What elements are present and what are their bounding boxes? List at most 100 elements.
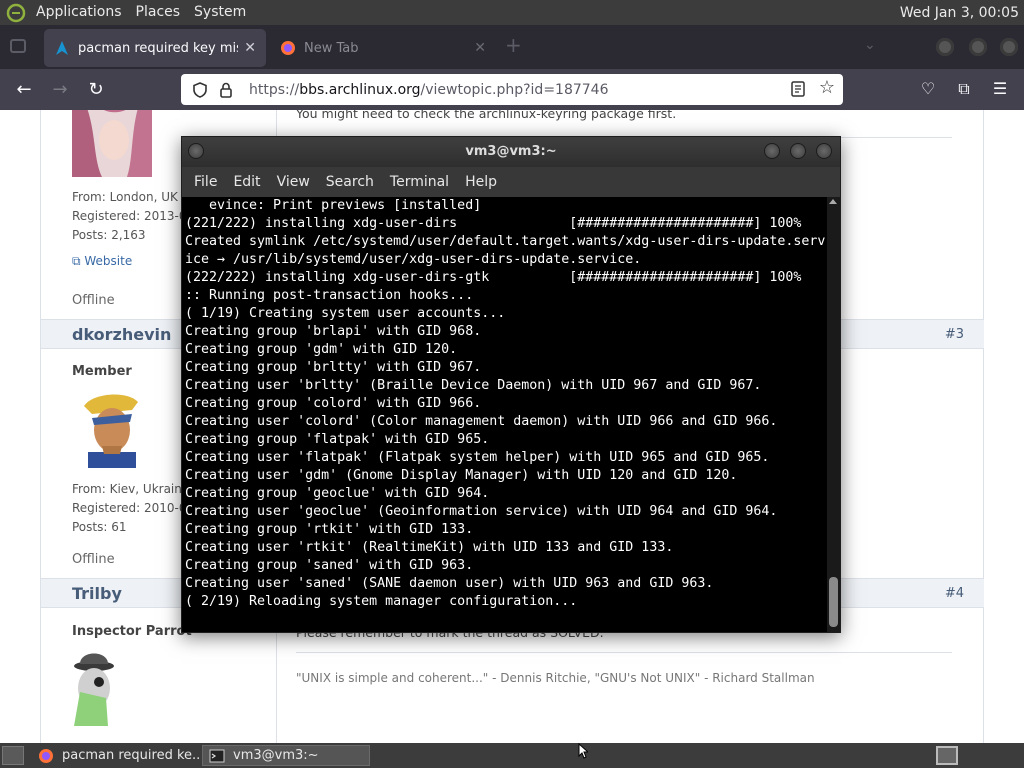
tab-title: New Tab <box>304 40 359 56</box>
terminal-line: :: Running post-transaction hooks... <box>185 288 474 303</box>
top-panel: Applications Places System Wed Jan 3, 00… <box>0 0 1024 25</box>
taskbar-item-terminal[interactable]: vm3@vm3:~ <box>202 745 370 766</box>
terminal-line: Creating group 'brltty' with GID 967. <box>185 360 482 375</box>
reader-view-icon[interactable] <box>789 80 807 98</box>
url-bar[interactable]: https://bbs.archlinux.org/viewtopic.php?… <box>181 74 843 105</box>
new-tab-plus-icon[interactable]: + <box>505 33 522 57</box>
terminal-titlebar[interactable]: vm3@vm3:~ <box>182 137 840 167</box>
user-location: From: Kiev, Ukraine <box>72 482 190 496</box>
scroll-up-arrow-icon[interactable] <box>829 199 837 204</box>
shield-icon[interactable] <box>191 81 209 99</box>
terminal-line: Creating group 'colord' with GID 966. <box>185 396 482 411</box>
system-menu[interactable]: System <box>187 0 253 25</box>
user-status: Offline <box>72 552 115 567</box>
panel-clock[interactable]: Wed Jan 3, 00:05 <box>900 5 1024 21</box>
avatar <box>72 648 152 728</box>
close-tab-icon[interactable]: ✕ <box>474 40 486 56</box>
bottom-taskbar: pacman required ke... vm3@vm3:~ <box>0 743 1024 768</box>
terminal-line: (221/222) installing xdg-user-dirs [####… <box>185 216 802 231</box>
terminal-menu-view[interactable]: View <box>269 174 318 190</box>
browser-nav-bar: ← → ↻ https://bbs.archlinux.org/viewtopi… <box>0 69 1024 110</box>
places-menu[interactable]: Places <box>129 0 188 25</box>
external-link-icon: ⧉ <box>72 254 85 268</box>
terminal-line: ( 2/19) Reloading system manager configu… <box>185 594 578 609</box>
terminal-line: Creating user 'rtkit' (RealtimeKit) with… <box>185 540 674 555</box>
terminal-title: vm3@vm3:~ <box>465 144 557 159</box>
tab-new-tab[interactable]: New Tab ✕ <box>270 29 496 67</box>
distro-logo-icon[interactable] <box>5 3 27 23</box>
close-window-icon[interactable] <box>1000 38 1018 56</box>
terminal-menu-search[interactable]: Search <box>318 174 382 190</box>
firefox-favicon-icon <box>281 41 295 55</box>
chevron-down-icon[interactable]: ⌄ <box>864 37 876 53</box>
terminal-menu-terminal[interactable]: Terminal <box>382 174 457 190</box>
post-signature: "UNIX is simple and coherent..." - Denni… <box>296 671 815 685</box>
user-title: Inspector Parrot <box>72 624 192 639</box>
taskbar-item-label: pacman required ke... <box>62 748 200 763</box>
lock-icon[interactable] <box>217 81 235 99</box>
back-arrow-icon[interactable]: ← <box>12 78 36 102</box>
terminal-line: Creating group 'geoclue' with GID 964. <box>185 486 490 501</box>
terminal-line: (222/222) installing xdg-user-dirs-gtk [… <box>185 270 802 285</box>
terminal-line: Creating user 'geoclue' (Geoinformation … <box>185 504 778 519</box>
website-link[interactable]: ⧉ Website <box>72 254 132 269</box>
maximize-window-icon[interactable] <box>969 38 987 56</box>
terminal-line: Created symlink /etc/systemd/user/defaul… <box>185 234 826 249</box>
scrollbar-thumb[interactable] <box>829 577 838 627</box>
divider <box>296 652 952 653</box>
terminal-menubar: File Edit View Search Terminal Help <box>182 167 840 197</box>
close-tab-icon[interactable]: ✕ <box>244 40 256 56</box>
post-username[interactable]: dkorzhevin <box>72 325 171 344</box>
terminal-line: Creating group 'rtkit' with GID 133. <box>185 522 474 537</box>
terminal-line: Creating group 'flatpak' with GID 965. <box>185 432 490 447</box>
tab-title: pacman required key missing <box>78 40 238 56</box>
applications-menu[interactable]: Applications <box>29 0 129 25</box>
terminal-line: Creating user 'colord' (Color management… <box>185 414 778 429</box>
minimize-window-icon[interactable] <box>764 143 780 159</box>
terminal-line: Creating user 'gdm' (Gnome Display Manag… <box>185 468 738 483</box>
arch-favicon-icon <box>56 41 68 55</box>
show-desktop-icon[interactable] <box>2 746 24 765</box>
taskbar-item-firefox[interactable]: pacman required ke... <box>32 745 200 766</box>
terminal-scrollbar[interactable] <box>827 197 840 632</box>
terminal-menu-edit[interactable]: Edit <box>225 174 268 190</box>
workspace-switcher-icon[interactable] <box>936 746 958 765</box>
extensions-icon[interactable]: ⧉ <box>953 78 975 100</box>
terminal-line: evince: Print previews [installed] <box>185 198 482 213</box>
post-username[interactable]: Trilby <box>72 584 122 603</box>
terminal-line: Creating group 'gdm' with GID 120. <box>185 342 458 357</box>
post-number[interactable]: #4 <box>945 586 964 601</box>
post-body-text: You might need to check the archlinux-ke… <box>296 110 677 121</box>
terminal-line: Creating user 'saned' (SANE daemon user)… <box>185 576 714 591</box>
browser-tab-strip: pacman required key missing ✕ New Tab ✕ … <box>0 25 1024 69</box>
firefox-icon <box>39 748 53 763</box>
terminal-menu-file[interactable]: File <box>186 174 225 190</box>
terminal-line: Creating user 'flatpak' (Flatpak system … <box>185 450 770 465</box>
url-text: https://bbs.archlinux.org/viewtopic.php?… <box>249 81 609 98</box>
bookmark-star-icon[interactable]: ☆ <box>819 77 835 98</box>
terminal-line: ( 1/19) Creating system user accounts... <box>185 306 506 321</box>
user-title: Member <box>72 364 132 379</box>
terminal-output[interactable]: evince: Print previews [installed] (221/… <box>182 197 827 632</box>
maximize-window-icon[interactable] <box>790 143 806 159</box>
terminal-line: Creating user 'brltty' (Braille Device D… <box>185 378 762 393</box>
user-status: Offline <box>72 293 115 308</box>
close-window-icon[interactable] <box>816 143 832 159</box>
taskbar-item-label: vm3@vm3:~ <box>233 748 319 763</box>
forward-arrow-icon[interactable]: → <box>48 78 72 102</box>
pocket-icon[interactable]: ♡ <box>917 78 939 100</box>
post-number[interactable]: #3 <box>945 327 964 342</box>
hamburger-menu-icon[interactable]: ☰ <box>989 78 1011 100</box>
terminal-line: Creating group 'brlapi' with GID 968. <box>185 324 482 339</box>
terminal-window[interactable]: vm3@vm3:~ File Edit View Search Terminal… <box>181 136 841 633</box>
user-registered: Registered: 2013-06- <box>72 209 199 223</box>
terminal-line: ice → /usr/lib/systemd/user/xdg-user-dir… <box>185 252 642 267</box>
minimize-window-icon[interactable] <box>936 38 954 56</box>
tab-pacman[interactable]: pacman required key missing ✕ <box>44 29 266 67</box>
firefox-view-icon[interactable] <box>10 39 26 53</box>
user-registered: Registered: 2010-04- <box>72 501 199 515</box>
reload-icon[interactable]: ↻ <box>84 78 108 102</box>
terminal-icon <box>209 749 225 762</box>
terminal-menu-help[interactable]: Help <box>457 174 505 190</box>
terminal-line: Creating group 'saned' with GID 963. <box>185 558 474 573</box>
